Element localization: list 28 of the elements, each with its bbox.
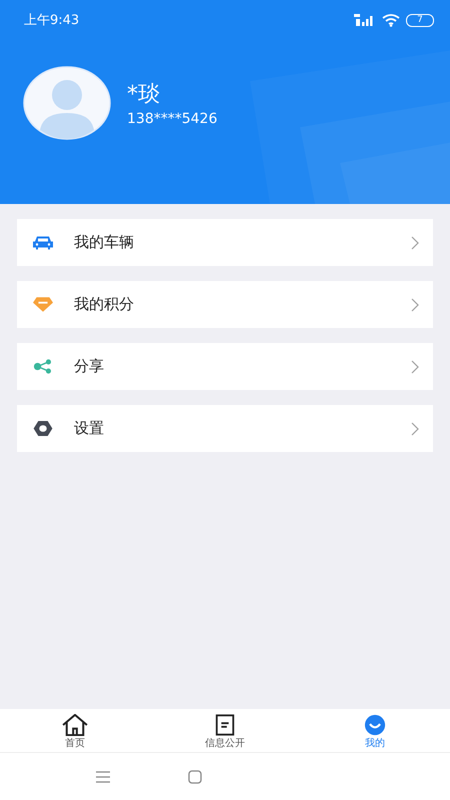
home-icon: [60, 714, 90, 736]
battery-level: 7: [417, 16, 423, 24]
menu-icon[interactable]: [96, 770, 110, 782]
wifi-icon: [382, 14, 400, 26]
chevron-right-icon: [411, 360, 419, 374]
car-icon: [33, 235, 53, 250]
tab[interactable]: 首页: [0, 709, 150, 752]
menu-label: 分享: [74, 357, 105, 376]
tab[interactable]: 我的: [300, 709, 450, 752]
settings-icon: [33, 421, 53, 436]
menu-item[interactable]: 我的积分: [17, 281, 433, 328]
chevron-right-icon: [411, 298, 419, 312]
share-icon: [33, 359, 53, 374]
user-name: *琰: [127, 81, 161, 109]
tab[interactable]: 信息公开: [150, 709, 300, 752]
chevron-right-icon: [411, 236, 419, 250]
menu-item[interactable]: 我的车辆: [17, 219, 433, 266]
home-button-icon[interactable]: [188, 770, 202, 784]
menu-label: 设置: [74, 419, 105, 438]
diamond-icon: [33, 297, 53, 312]
avatar-icon: [23, 66, 111, 140]
menu-item[interactable]: 分享: [17, 343, 433, 390]
status-time: 上午9:43: [24, 12, 80, 29]
chevron-right-icon: [411, 422, 419, 436]
menu-label: 我的车辆: [74, 233, 135, 252]
menu-item[interactable]: 设置: [17, 405, 433, 452]
menu-label: 我的积分: [74, 295, 135, 314]
phone-number: 138****5426: [127, 111, 218, 127]
